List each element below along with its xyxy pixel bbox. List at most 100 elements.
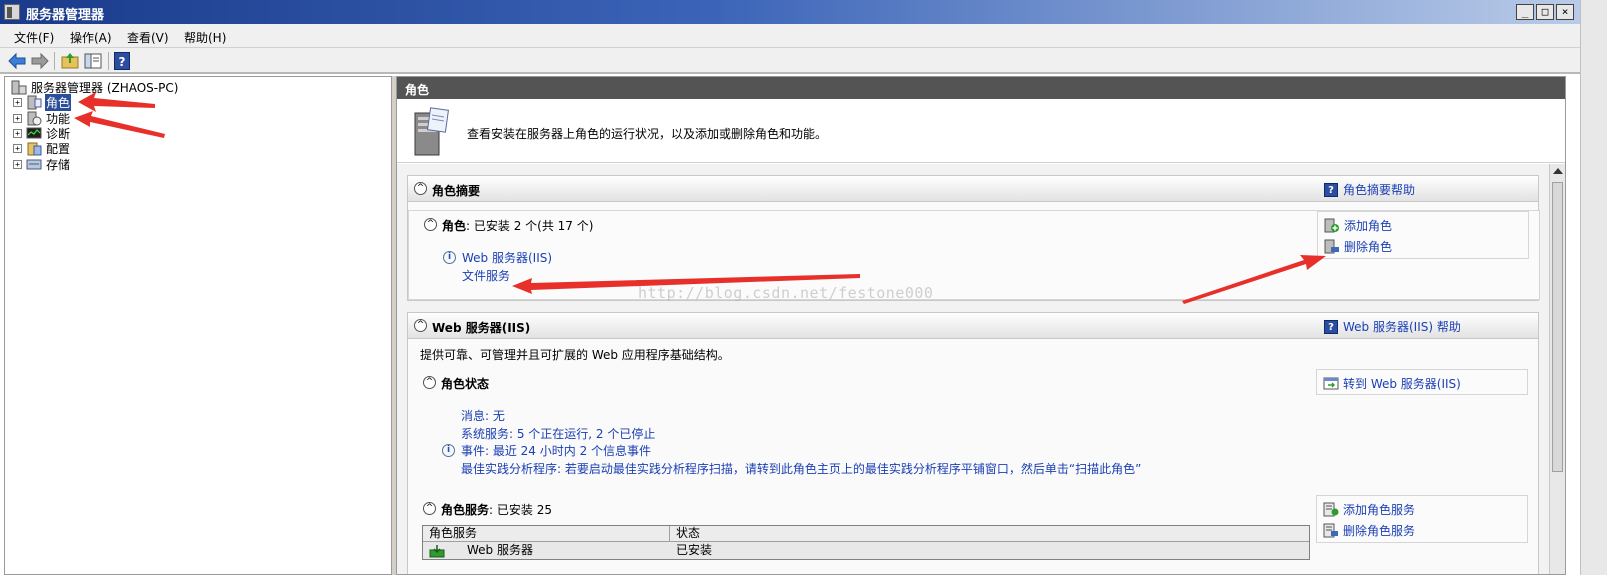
collapse-icon[interactable]: ^ xyxy=(414,182,427,195)
maximize-button[interactable]: □ xyxy=(1536,4,1554,20)
watermark: http://blog.csdn.net/festone000 xyxy=(638,284,934,302)
role-services-label: 角色服务 xyxy=(441,503,490,517)
help-icon: ? xyxy=(1324,319,1338,334)
role-file-services-link[interactable]: 文件服务 xyxy=(462,267,510,284)
table-header: 角色服务 状态 xyxy=(423,526,1309,542)
diagnostics-icon xyxy=(26,127,42,138)
role-iis-link[interactable]: Web 服务器(IIS) xyxy=(462,249,552,266)
menu-help[interactable]: 帮助(H) xyxy=(184,29,226,46)
menu-bar: 文件(F) 操作(A) 查看(V) 帮助(H) xyxy=(0,24,1580,48)
role-services-count: 角色服务: 已安装 25 xyxy=(441,501,552,518)
configuration-icon xyxy=(27,142,42,155)
window-controls: _ □ × xyxy=(1516,4,1574,20)
tree-item-configuration[interactable]: + 配置 xyxy=(13,140,71,156)
forward-arrow-icon[interactable] xyxy=(30,51,50,71)
info-icon: i xyxy=(443,251,456,264)
role-status-title: 角色状态 xyxy=(441,377,490,391)
role-iis-row: i Web 服务器(IIS) xyxy=(443,249,552,266)
table-cell-name: Web 服务器 xyxy=(423,542,670,559)
expand-icon[interactable]: + xyxy=(13,159,22,169)
content-area: ^ 角色摘要 ? 角色摘要帮助 ^ 角色: 已安装 2 个(共 17 个) i … xyxy=(397,164,1549,574)
tree-root[interactable]: 服务器管理器 (ZHAOS-PC) xyxy=(11,79,179,95)
tree-item-configuration-label: 配置 xyxy=(46,141,71,156)
status-system-services[interactable]: 系统服务: 5 个正在运行, 2 个已停止 xyxy=(461,425,655,442)
collapse-icon[interactable]: ^ xyxy=(414,319,427,332)
menu-view[interactable]: 查看(V) xyxy=(127,29,169,46)
storage-icon xyxy=(26,159,42,169)
remove-role-services-link[interactable]: 删除角色服务 xyxy=(1323,522,1415,539)
roles-label: 角色 xyxy=(442,219,467,233)
column-header-status[interactable]: 状态 xyxy=(670,526,1309,541)
role-services-status: : 已安装 25 xyxy=(489,503,552,517)
help-icon: ? xyxy=(1324,182,1338,197)
status-messages[interactable]: 消息: 无 xyxy=(461,407,505,424)
toolbar: ? xyxy=(0,48,1580,74)
tree-item-storage[interactable]: + 存储 xyxy=(13,156,71,172)
collapse-icon[interactable]: ^ xyxy=(423,502,436,515)
server-manager-app-icon xyxy=(4,4,20,20)
roles-summary-section: ^ 角色摘要 ? 角色摘要帮助 ^ 角色: 已安装 2 个(共 17 个) i … xyxy=(407,175,1540,301)
role-status-actions: 转到 Web 服务器(IIS) xyxy=(1316,369,1528,395)
help-icon[interactable]: ? xyxy=(114,52,130,70)
details-pane-header: 角色 xyxy=(397,77,1565,99)
content-scrollbar[interactable] xyxy=(1549,164,1565,574)
window-title: 服务器管理器 xyxy=(26,8,105,23)
close-button[interactable]: × xyxy=(1556,4,1574,20)
role-services-actions: 添加角色服务 删除角色服务 xyxy=(1316,495,1528,543)
show-hide-tree-icon[interactable] xyxy=(83,51,103,71)
back-arrow-icon[interactable] xyxy=(7,51,27,71)
toolbar-separator xyxy=(108,52,109,70)
expand-icon[interactable]: + xyxy=(13,143,22,153)
goto-web-server-link[interactable]: 转到 Web 服务器(IIS) xyxy=(1323,375,1461,392)
window-edge xyxy=(1580,0,1607,575)
up-folder-icon[interactable] xyxy=(60,51,80,71)
table-cell-status: 已安装 xyxy=(676,543,713,557)
web-server-help-link[interactable]: ? Web 服务器(IIS) 帮助 xyxy=(1324,318,1461,335)
table-row[interactable]: Web 服务器 已安装 xyxy=(423,542,1309,559)
menu-action[interactable]: 操作(A) xyxy=(70,29,112,46)
info-icon: i xyxy=(442,444,455,457)
navigation-tree: 服务器管理器 (ZHAOS-PC) + 角色 + 功能 + 诊断 + 配置 + … xyxy=(4,76,392,575)
remove-roles-link[interactable]: 删除角色 xyxy=(1324,238,1392,255)
role-services-table: 角色服务 状态 Web 服务器 已安装 xyxy=(422,525,1310,560)
expand-icon[interactable]: + xyxy=(13,97,22,107)
collapse-icon[interactable]: ^ xyxy=(424,218,437,231)
status-events-row: i 事件: 最近 24 小时内 2 个信息事件 xyxy=(442,442,651,459)
tree-item-storage-label: 存储 xyxy=(46,157,71,172)
tree-item-roles[interactable]: + 角色 xyxy=(13,93,72,111)
title-bar[interactable]: 服务器管理器 _ □ × xyxy=(0,0,1580,24)
remove-role-icon xyxy=(1324,239,1339,254)
scroll-thumb[interactable] xyxy=(1552,182,1563,472)
status-best-practices[interactable]: 最佳实践分析程序: 若要启动最佳实践分析程序扫描，请转到此角色主页上的最佳实践分… xyxy=(461,460,1141,477)
toolbar-separator xyxy=(54,52,55,70)
status-events[interactable]: 事件: 最近 24 小时内 2 个信息事件 xyxy=(461,442,651,459)
intro-banner: 查看安装在服务器上角色的运行状况，以及添加或删除角色和功能。 xyxy=(397,99,1565,163)
roles-icon xyxy=(27,95,42,109)
roles-status: : 已安装 2 个(共 17 个) xyxy=(466,219,594,233)
features-icon xyxy=(27,111,42,125)
collapse-icon[interactable]: ^ xyxy=(423,376,436,389)
server-manager-icon xyxy=(11,80,27,94)
expand-icon[interactable]: + xyxy=(13,113,22,123)
expand-icon[interactable]: + xyxy=(13,128,22,138)
roles-summary-help-link[interactable]: ? 角色摘要帮助 xyxy=(1324,181,1415,198)
roles-count: 角色: 已安装 2 个(共 17 个) xyxy=(442,217,593,234)
tree-item-roles-label: 角色 xyxy=(45,93,72,111)
web-server-title: Web 服务器(IIS) xyxy=(432,321,531,335)
menu-file[interactable]: 文件(F) xyxy=(14,29,54,46)
roles-actions: 添加角色 删除角色 xyxy=(1317,211,1529,259)
web-server-header: ^ Web 服务器(IIS) ? Web 服务器(IIS) 帮助 xyxy=(408,313,1538,339)
server-roles-icon xyxy=(414,107,450,156)
add-role-icon xyxy=(1324,218,1339,233)
add-role-services-link[interactable]: 添加角色服务 xyxy=(1323,501,1415,518)
roles-summary-title: 角色摘要 xyxy=(432,184,481,198)
add-role-services-icon xyxy=(1323,502,1339,517)
scroll-up-arrow-icon[interactable] xyxy=(1553,168,1563,174)
minimize-button[interactable]: _ xyxy=(1516,4,1534,20)
intro-text: 查看安装在服务器上角色的运行状况，以及添加或删除角色和功能。 xyxy=(467,127,828,141)
details-pane: 角色 查看安装在服务器上角色的运行状况，以及添加或删除角色和功能。 ^ 角色摘要… xyxy=(396,76,1566,575)
installed-icon xyxy=(429,544,445,557)
column-header-role-service[interactable]: 角色服务 xyxy=(423,526,670,541)
roles-summary-header: ^ 角色摘要 ? 角色摘要帮助 xyxy=(408,176,1538,202)
add-roles-link[interactable]: 添加角色 xyxy=(1324,217,1392,234)
